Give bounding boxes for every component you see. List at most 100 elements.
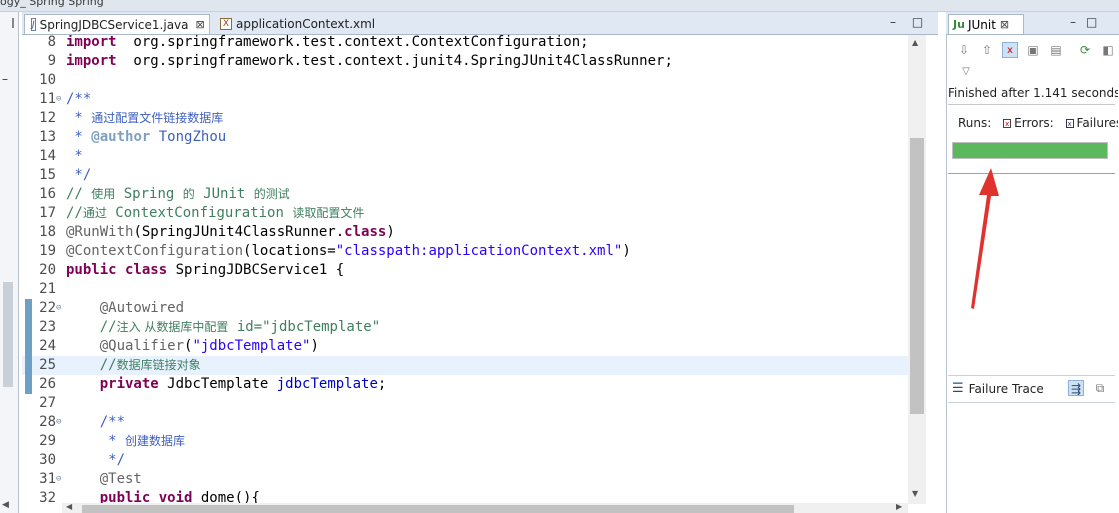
runs-label: Runs: xyxy=(958,116,992,130)
code-token: TongZhou xyxy=(150,129,227,145)
code-line[interactable]: 28 ⊖ /** xyxy=(22,413,908,432)
tab-springjdbcservice1[interactable]: J SpringJDBCService1.java ⊠ xyxy=(24,14,210,34)
code-token: 的 xyxy=(182,187,195,201)
code-line[interactable]: 16 // 使用 Spring 的 JUnit 的测试 xyxy=(22,185,908,204)
minimize-icon[interactable]: – xyxy=(2,72,8,86)
scroll-right-icon[interactable]: ▶ xyxy=(896,502,902,511)
view-menu-icon[interactable] xyxy=(2,18,14,28)
code-line[interactable]: 24 @Qualifier("jdbcTemplate") xyxy=(22,337,908,356)
junit-window-controls[interactable]: –□ xyxy=(1070,15,1107,29)
scroll-down-icon[interactable]: ▼ xyxy=(912,489,918,498)
code-token: public void xyxy=(99,490,193,504)
code-text: */ xyxy=(66,451,125,470)
code-line[interactable]: 19 @ContextConfiguration(locations="class… xyxy=(22,242,908,261)
code-text: */ xyxy=(66,166,91,185)
line-number: 17 xyxy=(39,205,56,221)
left-scroll-thumb[interactable] xyxy=(3,282,13,387)
code-line[interactable]: 11 ⊖ /** xyxy=(22,90,908,109)
code-line[interactable]: 17 //通过 ContextConfiguration 读取配置文件 xyxy=(22,204,908,223)
rerun-failed-first-icon[interactable]: ◧ xyxy=(1100,42,1116,58)
line-number: 27 xyxy=(39,395,56,411)
code-line[interactable]: 21 xyxy=(22,280,908,299)
compare-results-icon[interactable]: ⧉ xyxy=(1092,380,1108,396)
tab-junit[interactable]: Ju JUnit ⊠ xyxy=(948,14,1024,34)
code-line[interactable]: 32 public void dome(){ xyxy=(22,489,908,504)
code-text: * 通过配置文件链接数据库 xyxy=(66,109,223,128)
code-token: jdbcTemplate xyxy=(276,376,378,392)
code-token: // xyxy=(66,186,92,202)
code-token: import xyxy=(66,53,117,69)
line-number: 23 xyxy=(39,319,56,335)
code-token: ) xyxy=(310,338,319,354)
view-menu-icon[interactable]: ▽ xyxy=(958,64,974,80)
editor-tab-bar: J SpringJDBCService1.java ⊠ X applicatio… xyxy=(22,12,938,35)
code-token: * xyxy=(99,433,126,449)
failure-icon: x xyxy=(1065,119,1074,128)
code-line[interactable]: 13 * @author TongZhou xyxy=(22,128,908,147)
fold-toggle-icon[interactable]: ⊖ xyxy=(56,299,61,318)
code-line[interactable]: 9 import org.springframework.test.context… xyxy=(22,52,908,71)
scroll-lock-icon[interactable]: ▣ xyxy=(1025,42,1041,58)
line-number: 30 xyxy=(39,452,56,468)
code-line[interactable]: 8 import org.springframework.test.context… xyxy=(22,35,908,52)
line-number: 8 xyxy=(47,35,56,50)
line-number: 24 xyxy=(39,338,56,354)
code-text: public void dome(){ xyxy=(66,489,260,504)
code-token: public class xyxy=(66,262,168,278)
code-line[interactable]: 15 */ xyxy=(22,166,908,185)
vertical-scroll-thumb[interactable] xyxy=(910,138,924,414)
code-token: /** xyxy=(99,414,126,430)
code-line[interactable]: 31 ⊖ @Test xyxy=(22,470,908,489)
code-token: SpringJDBCService1 { xyxy=(167,262,345,278)
close-icon[interactable]: ⊠ xyxy=(196,18,205,31)
code-line[interactable]: 12 * 通过配置文件链接数据库 xyxy=(22,109,908,128)
code-line[interactable]: 10 xyxy=(22,71,908,90)
junit-icon: Ju xyxy=(953,18,965,31)
code-line[interactable]: 27 xyxy=(22,394,908,413)
scroll-left-icon[interactable]: ◀ xyxy=(66,502,72,511)
code-token: ) xyxy=(622,243,631,259)
code-line[interactable]: 26 private JdbcTemplate jdbcTemplate; xyxy=(22,375,908,394)
code-line[interactable]: 25 //数据库链接对象 xyxy=(22,356,908,375)
code-token: @Test xyxy=(99,471,142,487)
code-line[interactable]: 14 * xyxy=(22,147,908,166)
code-token: */ xyxy=(99,452,126,468)
scroll-left-icon[interactable]: ◀ xyxy=(2,500,9,510)
show-failures-only-icon[interactable]: x xyxy=(1002,42,1018,58)
next-failure-icon[interactable]: ⇩ xyxy=(956,42,972,58)
code-token: ContextConfiguration xyxy=(106,205,293,221)
line-number: 18 xyxy=(39,224,56,240)
line-number: 13 xyxy=(39,129,56,145)
code-line[interactable]: 20 public class SpringJDBCService1 { xyxy=(22,261,908,280)
code-token: // xyxy=(99,319,117,335)
code-token: ) xyxy=(386,224,395,240)
code-line[interactable]: 29 * 创建数据库 xyxy=(22,432,908,451)
fold-toggle-icon[interactable]: ⊖ xyxy=(56,470,61,489)
previous-failure-icon[interactable]: ⇧ xyxy=(979,42,995,58)
code-text: @Autowired xyxy=(66,299,184,318)
fold-toggle-icon[interactable]: ⊖ xyxy=(56,90,61,109)
code-token: private xyxy=(99,376,159,392)
code-editor[interactable]: 8 import org.springframework.test.context… xyxy=(22,35,908,504)
editor-window-controls[interactable]: – □ xyxy=(890,15,929,29)
rerun-test-icon[interactable]: ⟳ xyxy=(1077,42,1093,58)
scroll-up-icon[interactable]: ▲ xyxy=(912,38,918,47)
code-line[interactable]: 22 ⊖ @Autowired xyxy=(22,299,908,318)
code-line[interactable]: 30 */ xyxy=(22,451,908,470)
code-text: import org.springframework.test.context.… xyxy=(66,35,589,52)
horizontal-scroll-thumb[interactable] xyxy=(82,505,794,513)
close-icon[interactable]: ⊠ xyxy=(1000,18,1009,31)
line-number: 21 xyxy=(39,281,56,297)
code-token: 使用 xyxy=(91,187,116,201)
show-skipped-icon[interactable]: ▤ xyxy=(1048,42,1064,58)
filter-stack-icon[interactable]: ⇶ xyxy=(1068,380,1084,396)
code-token: 数据库链接对象 xyxy=(116,358,201,372)
code-line[interactable]: 23 //注入 从数据库中配置 id="jdbcTemplate" xyxy=(22,318,908,337)
code-line[interactable]: 18 @RunWith(SpringJUnit4ClassRunner.class… xyxy=(22,223,908,242)
fold-toggle-icon[interactable]: ⊖ xyxy=(56,413,61,432)
tab-applicationcontext[interactable]: X applicationContext.xml xyxy=(214,14,392,34)
code-text: @ContextConfiguration(locations="classpa… xyxy=(66,242,631,261)
